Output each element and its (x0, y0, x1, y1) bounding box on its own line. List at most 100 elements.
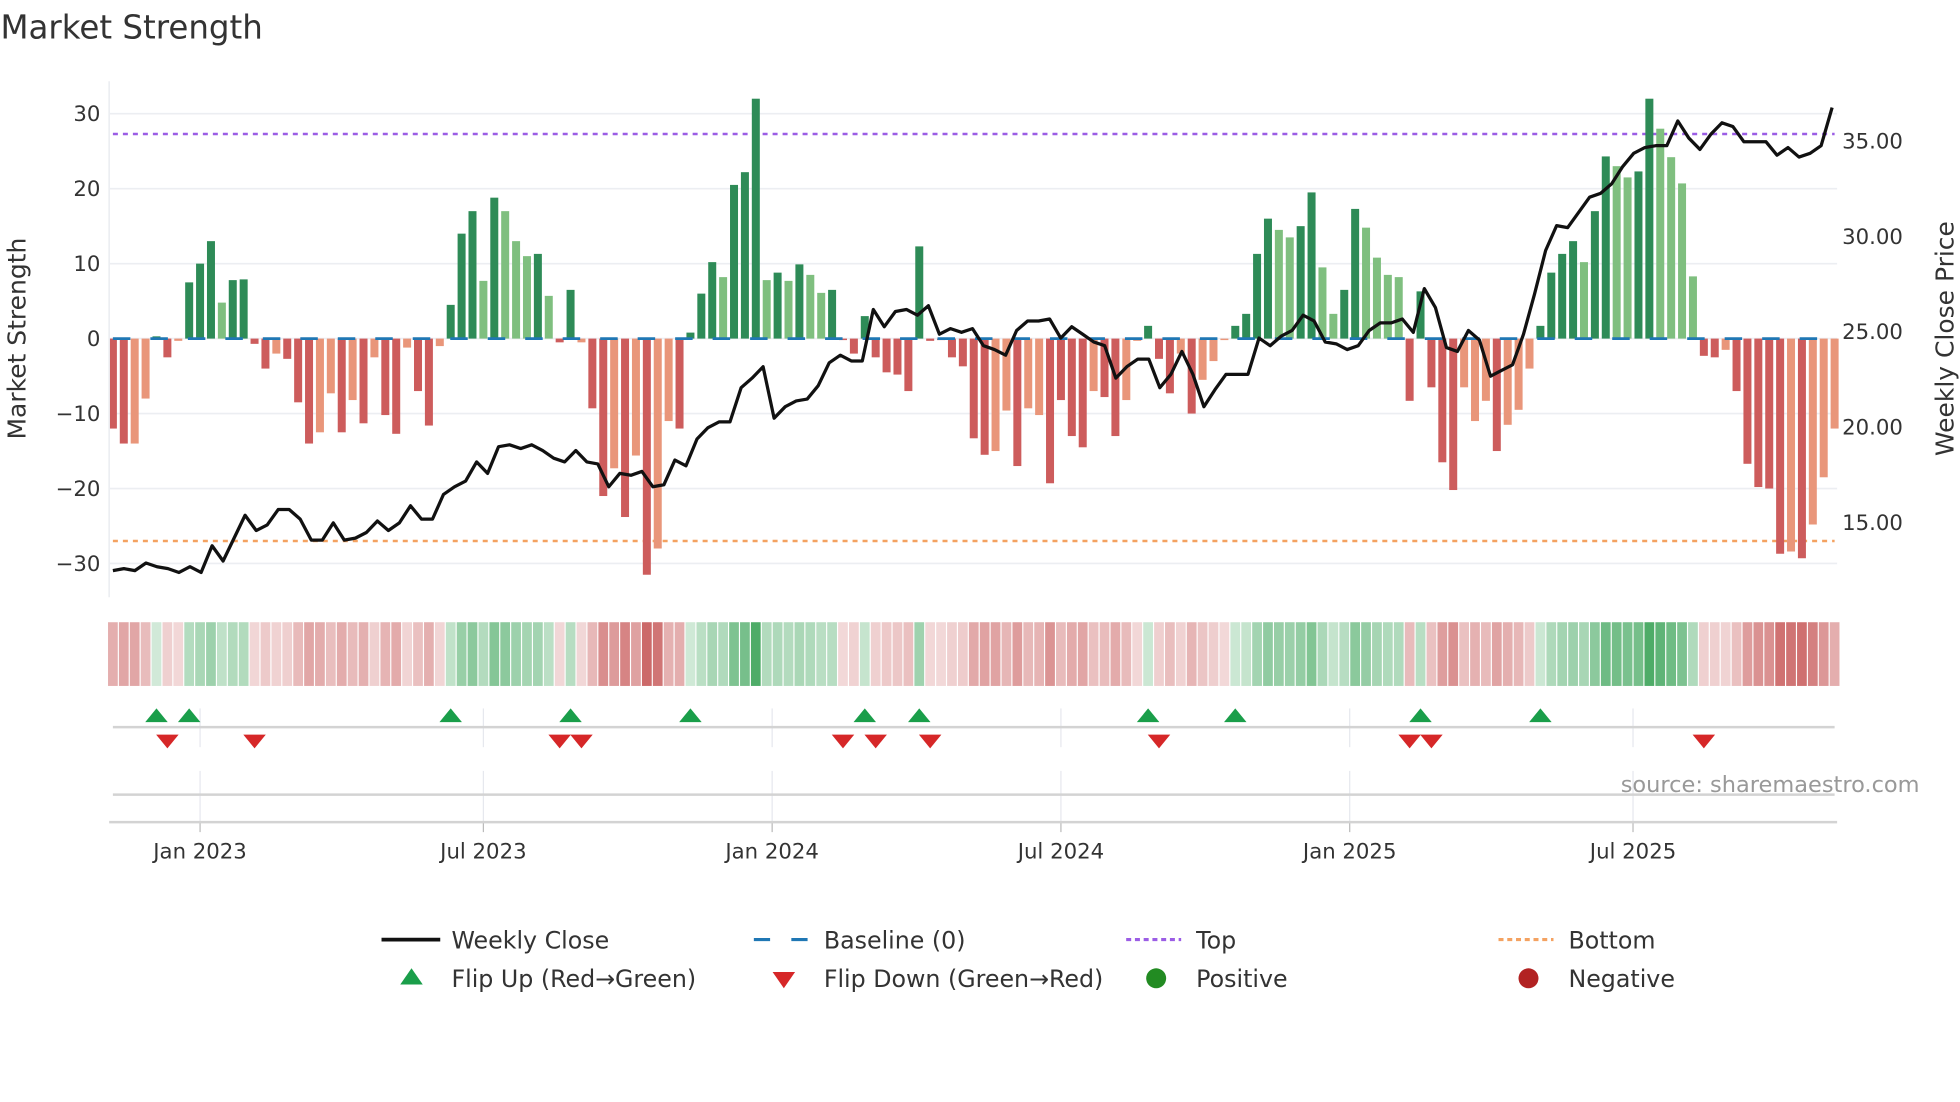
strength-bar (1569, 241, 1578, 339)
strip-cell (1339, 622, 1350, 686)
strength-bar (664, 338, 673, 422)
x-tick-label: Jan 2023 (151, 839, 247, 864)
strip-cell (652, 622, 663, 686)
y-tick-label-right: 25.00 (1842, 320, 1903, 345)
strength-bar (272, 338, 281, 354)
strength-bar (1111, 338, 1120, 437)
strength-bar (141, 338, 150, 399)
strength-bar (359, 338, 368, 424)
strip-cell (1295, 622, 1306, 686)
strip-cell (1230, 622, 1241, 686)
strip-cell (1219, 622, 1230, 686)
y-tick-label-left: −20 (56, 477, 101, 502)
strength-bar (1438, 338, 1447, 463)
strength-bar (196, 263, 205, 339)
strip-cell (347, 622, 358, 686)
strip-cell (772, 622, 783, 686)
strength-bar (501, 211, 510, 339)
strength-bar (1536, 325, 1545, 339)
strength-bar (1329, 313, 1338, 339)
strip-cell (140, 622, 151, 686)
strength-bar (904, 338, 913, 392)
strength-bar (1220, 338, 1229, 341)
flip-down-marker (1147, 734, 1171, 749)
strip-cell (369, 622, 380, 686)
strength-bar (490, 197, 499, 339)
strip-cell (1350, 622, 1361, 686)
strip-cell (925, 622, 936, 686)
strength-bar (1263, 218, 1272, 339)
strip-cell (631, 622, 641, 686)
strength-bar (806, 274, 815, 339)
legend-label: Positive (1196, 965, 1287, 993)
strip-cell (1786, 622, 1796, 686)
strip-cell (761, 622, 772, 686)
strength-bar (261, 338, 270, 369)
strip-cell (1361, 622, 1371, 686)
strength-bar (435, 338, 444, 347)
strip-cell (1797, 622, 1807, 686)
flip-up-marker (439, 708, 462, 723)
strength-bar (1144, 325, 1153, 339)
strength-bar (926, 338, 935, 341)
strip-cell (1709, 622, 1720, 686)
strength-bar (1699, 338, 1708, 356)
strip-cell (336, 622, 347, 686)
strength-bar (1601, 156, 1610, 339)
strength-bar (1492, 338, 1501, 452)
strength-bar (795, 264, 804, 339)
strength-bar (610, 338, 619, 469)
strength-bar (915, 246, 924, 339)
strip-cell (620, 622, 630, 686)
strength-bar (130, 338, 139, 444)
strength-bar (675, 338, 684, 429)
strength-bar (621, 338, 630, 518)
strength-bar (1710, 338, 1719, 358)
strip-cell (1197, 622, 1208, 686)
strength-bar (1427, 338, 1436, 388)
strip-cell (1372, 622, 1382, 686)
strength-bar (512, 241, 521, 339)
y-tick-label-left: 10 (73, 252, 100, 277)
flip-down-marker (918, 734, 942, 749)
strength-bar (1383, 274, 1392, 339)
strength-bar (893, 338, 902, 375)
strength-bar (1046, 338, 1055, 484)
strip-cell (750, 622, 761, 686)
strip-cell (1186, 622, 1197, 686)
strip-cell (1328, 622, 1339, 686)
strip-cell (729, 622, 739, 686)
strip-cell (118, 622, 129, 686)
strip-cell (1110, 622, 1121, 686)
y-tick-label-left: 20 (73, 177, 100, 202)
y-tick-label-left: −30 (56, 552, 101, 577)
strip-cell (500, 622, 511, 686)
strength-bar (631, 338, 640, 456)
strength-bar (479, 280, 488, 339)
strength-bar (1623, 177, 1632, 339)
strip-cell (1644, 622, 1655, 686)
strip-cell (151, 622, 162, 686)
strip-cell (304, 622, 314, 686)
strip-cell (315, 622, 325, 686)
strip-cell (543, 622, 554, 686)
strip-cell (391, 622, 402, 686)
strip-cell (1426, 622, 1437, 686)
flip-down-marker (243, 734, 266, 749)
legend-label: Baseline (0) (824, 926, 966, 954)
strength-bar (740, 172, 749, 339)
strength-bar (817, 292, 826, 339)
strip-cell (816, 622, 827, 686)
strength-bar (1013, 338, 1022, 467)
strength-bar (1721, 338, 1730, 350)
strip-cell (489, 622, 500, 686)
flip-up-marker (679, 708, 702, 723)
strip-cell (1121, 622, 1132, 686)
strength-bar (1155, 338, 1163, 359)
strength-bar (370, 338, 379, 358)
strip-cell (892, 622, 903, 686)
strength-bar (403, 338, 412, 348)
strength-bar (1024, 338, 1033, 409)
strip-cell (1698, 622, 1709, 686)
flip-up-marker (559, 708, 582, 723)
